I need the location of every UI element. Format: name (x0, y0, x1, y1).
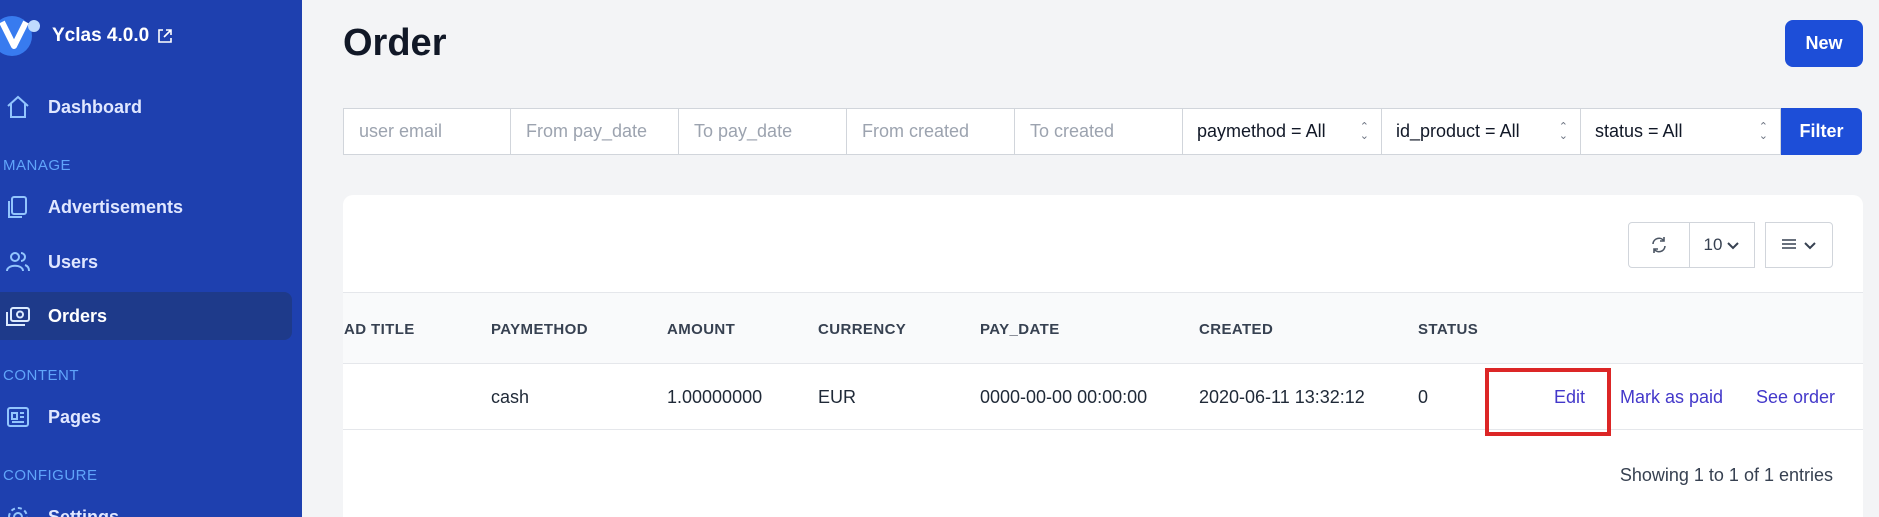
paymethod-value: paymethod = All (1197, 121, 1326, 141)
sidebar-item-label: Settings (48, 506, 120, 517)
brand[interactable]: Yclas 4.0.0 (0, 14, 173, 58)
section-content: CONTENT (3, 367, 79, 384)
see-order-link[interactable]: See order (1756, 364, 1835, 430)
brand-name: Yclas 4.0.0 (52, 25, 150, 46)
id-product-value: id_product = All (1396, 121, 1520, 141)
new-button[interactable]: New (1785, 20, 1863, 67)
chevron-down-icon (1804, 242, 1816, 250)
col-amount[interactable]: AMOUNT (667, 293, 735, 365)
sidebar-item-label: Advertisements (48, 196, 184, 217)
columns-toggle[interactable] (1765, 222, 1833, 268)
paymethod-select[interactable]: paymethod = All ⌃ ⌄ (1182, 108, 1382, 155)
pages-icon (4, 403, 32, 431)
filter-bar: user email From pay_date To pay_date Fro… (343, 108, 1862, 155)
chevron-down-icon (1727, 242, 1740, 250)
sidebar-item-settings[interactable]: Settings (0, 493, 292, 517)
mark-as-paid-link[interactable]: Mark as paid (1620, 364, 1723, 430)
updown-icon: ⌃ ⌄ (1359, 120, 1369, 142)
users-icon (4, 248, 32, 276)
sidebar-item-dashboard[interactable]: Dashboard (0, 83, 292, 131)
from-pay-date-input[interactable]: From pay_date (510, 108, 679, 155)
orders-card: 10 AD TITLE PAYMETHOD AMOUNT CURRENCY PA… (343, 195, 1863, 517)
updown-icon: ⌃ ⌄ (1558, 120, 1568, 142)
cell-status: 0 (1418, 386, 1429, 407)
table-toolbar: 10 (1628, 222, 1833, 268)
cash-icon (4, 302, 32, 330)
to-pay-date-input[interactable]: To pay_date (678, 108, 847, 155)
sidebar-item-advertisements[interactable]: Advertisements (0, 183, 292, 231)
gear-icon (4, 503, 32, 517)
sidebar: Yclas 4.0.0 Dashboard MANAGE Advertiseme… (0, 0, 302, 517)
col-pay-date[interactable]: PAY_DATE (980, 293, 1060, 365)
cell-created: 2020-06-11 13:32:12 (1199, 386, 1365, 407)
sidebar-item-label: Orders (48, 305, 108, 326)
external-link-icon[interactable] (157, 28, 173, 44)
home-icon (4, 93, 32, 121)
col-paymethod[interactable]: PAYMETHOD (491, 293, 588, 365)
cell-paymethod: cash (491, 386, 530, 407)
filter-button[interactable]: Filter (1781, 108, 1862, 155)
user-email-input[interactable]: user email (343, 108, 511, 155)
sidebar-item-label: Users (48, 251, 99, 272)
status-value: status = All (1595, 121, 1683, 141)
id-product-select[interactable]: id_product = All ⌃ ⌄ (1381, 108, 1581, 155)
col-ad-title[interactable]: AD TITLE (344, 293, 415, 365)
cell-pay-date: 0000-00-00 00:00:00 (980, 386, 1148, 407)
refresh-button[interactable] (1628, 222, 1690, 268)
sidebar-item-users[interactable]: Users (0, 238, 292, 286)
to-created-input[interactable]: To created (1014, 108, 1183, 155)
status-select[interactable]: status = All ⌃ ⌄ (1580, 108, 1781, 155)
col-currency[interactable]: CURRENCY (818, 293, 906, 365)
cell-amount: 1.00000000 (667, 386, 763, 407)
section-configure: CONFIGURE (3, 467, 98, 484)
page-size-value: 10 (1703, 235, 1723, 254)
sidebar-item-label: Pages (48, 406, 102, 427)
table-header: AD TITLE PAYMETHOD AMOUNT CURRENCY PAY_D… (343, 292, 1863, 364)
sidebar-item-label: Dashboard (48, 96, 143, 117)
table-row: cash 1.00000000 EUR 0000-00-00 00:00:00 … (343, 364, 1863, 430)
pagination-info: Showing 1 to 1 of 1 entries (1619, 465, 1833, 485)
col-status[interactable]: STATUS (1418, 293, 1478, 365)
list-icon (1782, 239, 1796, 249)
sidebar-item-pages[interactable]: Pages (0, 393, 292, 441)
from-created-input[interactable]: From created (846, 108, 1015, 155)
documents-icon (4, 193, 32, 221)
sidebar-item-orders[interactable]: Orders (0, 292, 292, 340)
updown-icon: ⌃ ⌄ (1758, 120, 1768, 142)
highlight-box (1485, 368, 1611, 436)
refresh-icon (1652, 237, 1666, 253)
section-manage: MANAGE (3, 157, 72, 174)
yclas-logo-icon (0, 16, 40, 56)
page-title: Order (343, 22, 447, 64)
page-size-select[interactable]: 10 (1689, 222, 1755, 268)
col-created[interactable]: CREATED (1199, 293, 1273, 365)
cell-currency: EUR (818, 386, 857, 407)
